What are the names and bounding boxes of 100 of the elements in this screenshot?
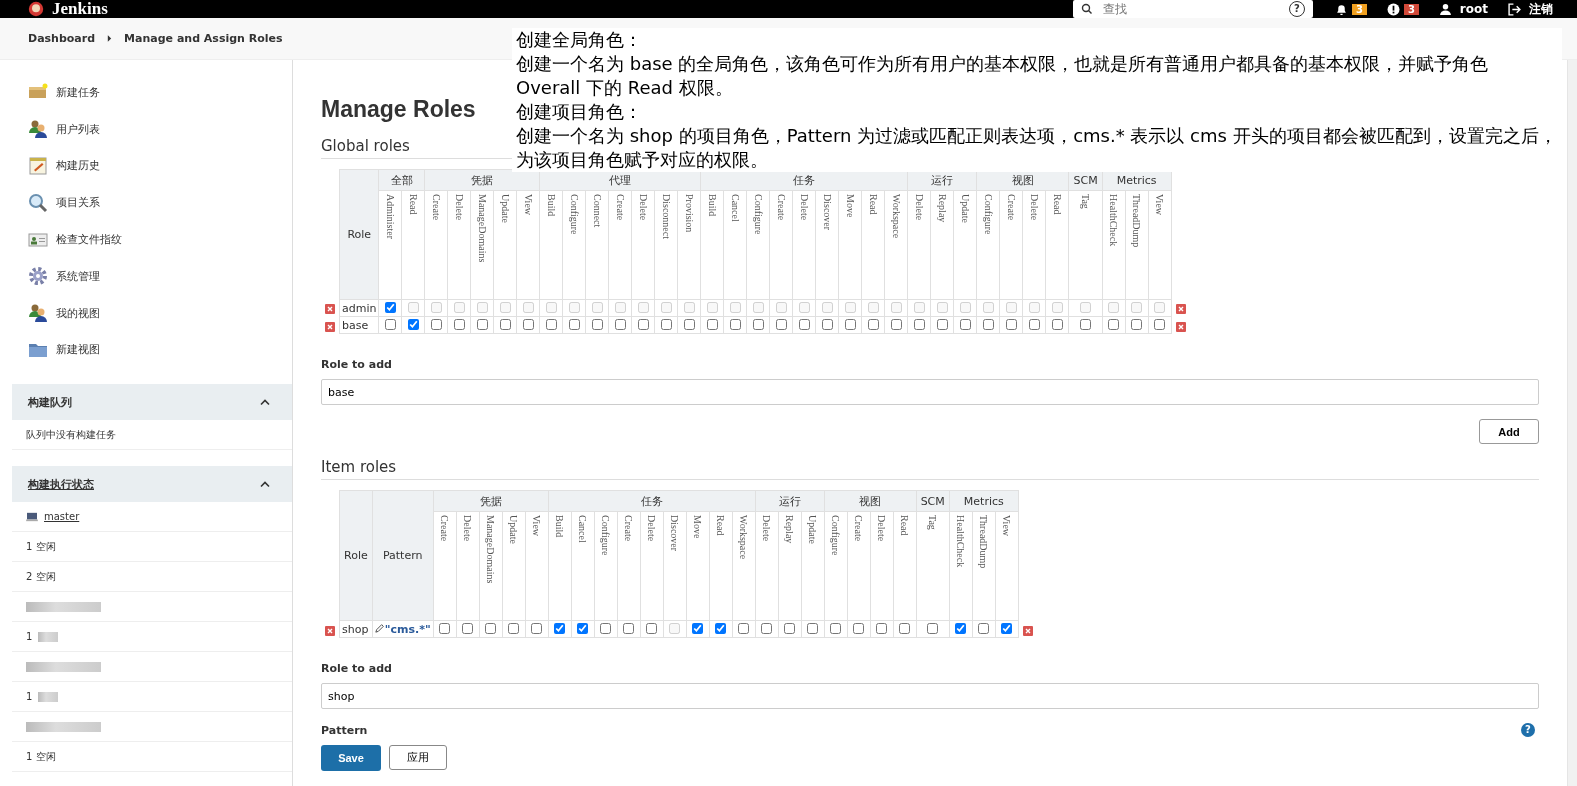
- permission-checkbox[interactable]: [729, 319, 741, 330]
- permission-checkbox[interactable]: [1131, 319, 1143, 330]
- permission-checkbox[interactable]: [531, 623, 543, 634]
- column-header: Role: [339, 169, 379, 300]
- user-link[interactable]: root: [1459, 2, 1488, 16]
- panel-title[interactable]: 构建执行状态: [28, 476, 94, 492]
- permission-checkbox[interactable]: [955, 623, 967, 634]
- permission-checkbox[interactable]: [715, 623, 727, 634]
- permission-checkbox[interactable]: [775, 319, 787, 330]
- permission-checkbox[interactable]: [1108, 319, 1120, 330]
- permission-checkbox[interactable]: [508, 623, 520, 634]
- permission-checkbox[interactable]: [384, 319, 396, 330]
- delete-icon[interactable]: [325, 626, 335, 636]
- warning-icon[interactable]: [1386, 2, 1400, 16]
- permission-checkbox[interactable]: [1154, 319, 1166, 330]
- permission-checkbox[interactable]: [637, 319, 649, 330]
- permission-checkbox[interactable]: [936, 319, 948, 330]
- add-button[interactable]: Add: [1479, 419, 1539, 444]
- permission-checkbox[interactable]: [706, 319, 718, 330]
- node-link[interactable]: master: [44, 511, 80, 523]
- breadcrumb-link[interactable]: Dashboard: [28, 32, 96, 45]
- permission-checkbox[interactable]: [683, 319, 695, 330]
- sidebar-task-link[interactable]: 我的视图: [28, 294, 292, 332]
- brand-name[interactable]: Jenkins: [52, 0, 108, 18]
- bell-icon[interactable]: [1334, 2, 1348, 16]
- help-icon[interactable]: ?: [1521, 723, 1535, 737]
- permission-checkbox[interactable]: [430, 319, 442, 330]
- role-input-field[interactable]: shop: [321, 683, 1539, 709]
- permission-checkbox[interactable]: [545, 319, 557, 330]
- permission-checkbox[interactable]: [554, 623, 566, 634]
- delete-icon[interactable]: [325, 304, 335, 314]
- permission-checkbox[interactable]: [568, 319, 580, 330]
- permission-checkbox[interactable]: [462, 623, 474, 634]
- permission-checkbox[interactable]: [752, 319, 764, 330]
- permission-checkbox[interactable]: [1001, 623, 1013, 634]
- sidebar-task-link[interactable]: 系统管理: [28, 258, 292, 295]
- permission-checkbox[interactable]: [485, 623, 497, 634]
- permission-checkbox[interactable]: [959, 319, 971, 330]
- permission-checkbox[interactable]: [476, 319, 488, 330]
- permission-checkbox[interactable]: [853, 623, 865, 634]
- sidebar-task-link[interactable]: 新建视图: [28, 331, 292, 369]
- permission-checkbox[interactable]: [623, 623, 635, 634]
- permission-checkbox[interactable]: [646, 623, 658, 634]
- permission-checkbox[interactable]: [821, 319, 833, 330]
- permission-checkbox[interactable]: [614, 319, 626, 330]
- permission-checkbox[interactable]: [844, 319, 856, 330]
- delete-icon[interactable]: [325, 322, 335, 332]
- scrollbar[interactable]: [1567, 60, 1577, 786]
- save-button[interactable]: Save: [321, 745, 381, 771]
- breadcrumb-link[interactable]: Manage and Assign Roles: [124, 32, 283, 45]
- permission-checkbox[interactable]: [660, 319, 672, 330]
- apply-button[interactable]: 应用: [389, 745, 447, 770]
- permission-checkbox[interactable]: [1051, 319, 1063, 330]
- logout-link[interactable]: 注销: [1529, 0, 1553, 18]
- permission-checkbox[interactable]: [978, 623, 990, 634]
- permission-checkbox[interactable]: [577, 623, 589, 634]
- permission-checkbox[interactable]: [384, 302, 396, 313]
- butler-logo-icon[interactable]: [28, 1, 44, 17]
- permission-checkbox[interactable]: [499, 319, 511, 330]
- permission-checkbox[interactable]: [890, 319, 902, 330]
- permission-checkbox[interactable]: [738, 623, 750, 634]
- delete-icon[interactable]: [1022, 626, 1033, 636]
- permission-checkbox[interactable]: [982, 319, 994, 330]
- sidebar-task-link[interactable]: 构建历史: [28, 147, 292, 185]
- sidebar-task-link[interactable]: 新建任务: [28, 74, 292, 111]
- permission-checkbox[interactable]: [407, 319, 419, 330]
- logout-icon[interactable]: [1508, 2, 1521, 16]
- sidebar-task-link[interactable]: 用户列表: [28, 110, 292, 148]
- pencil-icon[interactable]: [374, 622, 385, 633]
- user-icon[interactable]: [1438, 2, 1452, 16]
- permission-checkbox[interactable]: [867, 319, 879, 330]
- sidebar-task-link[interactable]: 检查文件指纹: [28, 221, 292, 258]
- permission-checkbox[interactable]: [591, 319, 603, 330]
- caret-icon[interactable]: [260, 398, 270, 406]
- caret-icon[interactable]: [260, 480, 270, 488]
- permission-checkbox[interactable]: [807, 623, 819, 634]
- role-input-field[interactable]: base: [321, 379, 1539, 405]
- delete-icon[interactable]: [1175, 322, 1186, 332]
- permission-checkbox[interactable]: [453, 319, 465, 330]
- search-field[interactable]: 查找 ?: [1072, 0, 1313, 18]
- permission-checkbox[interactable]: [439, 623, 451, 634]
- panel-title[interactable]: 构建队列: [28, 394, 72, 410]
- permission-header: Cancel: [729, 194, 741, 222]
- permission-checkbox[interactable]: [876, 623, 888, 634]
- permission-checkbox[interactable]: [692, 623, 704, 634]
- permission-checkbox[interactable]: [913, 319, 925, 330]
- permission-checkbox[interactable]: [830, 623, 842, 634]
- delete-icon[interactable]: [1175, 304, 1186, 314]
- permission-checkbox[interactable]: [798, 319, 810, 330]
- permission-checkbox[interactable]: [899, 623, 911, 634]
- permission-header: Delete: [761, 515, 773, 542]
- permission-checkbox[interactable]: [600, 623, 612, 634]
- permission-checkbox[interactable]: [784, 623, 796, 634]
- permission-checkbox[interactable]: [761, 623, 773, 634]
- permission-checkbox[interactable]: [1080, 319, 1092, 330]
- sidebar-task-link[interactable]: 项目关系: [28, 184, 292, 222]
- permission-checkbox[interactable]: [1028, 319, 1040, 330]
- permission-checkbox[interactable]: [522, 319, 534, 330]
- permission-checkbox[interactable]: [1005, 319, 1017, 330]
- permission-checkbox[interactable]: [927, 623, 939, 634]
